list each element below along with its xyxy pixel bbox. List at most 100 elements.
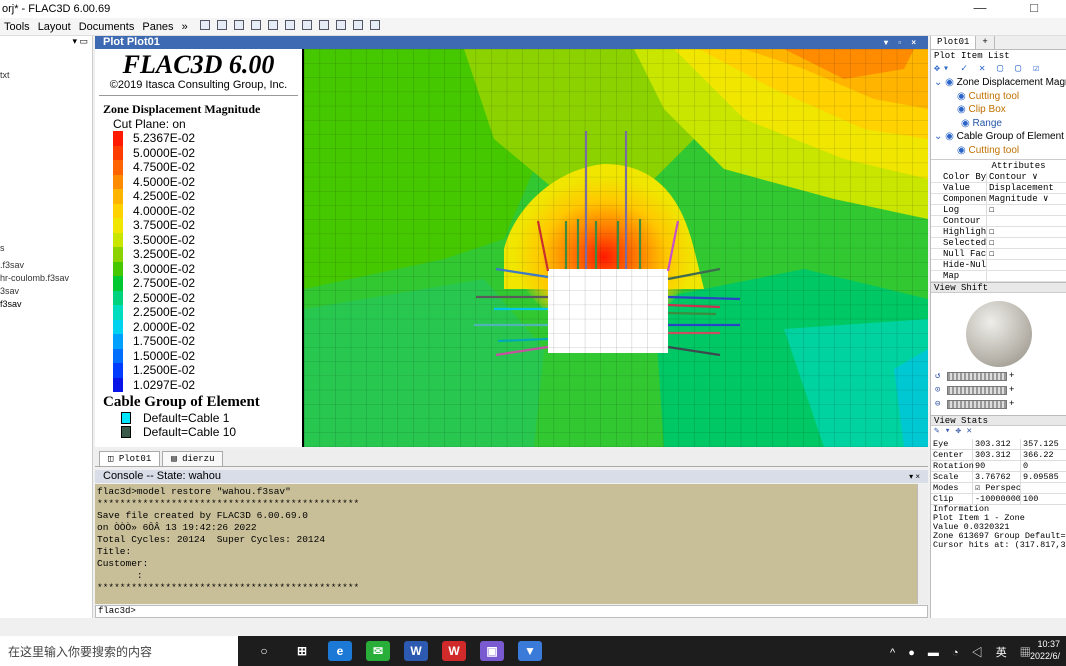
attribute-row[interactable]: Hide-Null	[931, 260, 1066, 271]
menu-layout[interactable]: Layout	[34, 21, 75, 33]
move-icon[interactable]	[353, 20, 364, 30]
console-controls[interactable]: ▾ ×	[909, 470, 920, 483]
wps-icon[interactable]: W	[442, 641, 466, 661]
item-toolbar[interactable]: ✥▾ ✓ ✕ ▢ ▢ ☑	[931, 62, 1066, 76]
tree-item[interactable]: ◉ Range	[931, 117, 1066, 131]
plus-icon[interactable]: +	[1009, 399, 1014, 409]
stat-cell[interactable]: 366.22	[1021, 450, 1066, 460]
stat-cell[interactable]: 303.312	[973, 450, 1021, 460]
attribute-value[interactable]: ☐	[987, 205, 1066, 215]
visibility-icon[interactable]: ◉	[961, 118, 973, 129]
attribute-value[interactable]: ☐	[987, 249, 1066, 259]
visibility-icon[interactable]: ◉	[957, 91, 969, 102]
flac3d-icon[interactable]: ▼	[518, 641, 542, 661]
stat-cell[interactable]: 3.76762	[973, 472, 1021, 482]
visibility-icon[interactable]: ⌄ ◉	[934, 131, 957, 142]
plot-view[interactable]: FLAC3D 6.00 ©2019 Itasca Consulting Grou…	[95, 49, 928, 447]
attribute-row[interactable]: Value Displacement	[931, 183, 1066, 194]
console-input[interactable]: flac3d>	[95, 605, 928, 618]
window-controls[interactable]: — □	[974, 0, 1058, 15]
image-app-icon[interactable]: ▣	[480, 641, 504, 661]
attribute-row[interactable]: Map	[931, 271, 1066, 282]
file-item[interactable]: s	[0, 243, 5, 253]
cortana-icon[interactable]: ○	[252, 641, 276, 661]
file-item[interactable]: 3sav	[0, 286, 19, 296]
stat-cell[interactable]: 9.09585	[1021, 472, 1066, 482]
stat-cell[interactable]	[1021, 483, 1066, 493]
file-item[interactable]: .f3sav	[0, 260, 24, 270]
stat-cell[interactable]: -10000000000.	[973, 494, 1021, 504]
tab-plot01[interactable]: ◫ Plot01	[99, 451, 161, 466]
stat-cell[interactable]: 357.125	[1021, 439, 1066, 449]
attribute-value[interactable]: Magnitude ∨	[987, 194, 1066, 204]
attribute-row[interactable]: Highlight S☐	[931, 227, 1066, 238]
tree-item[interactable]: ⌄ ◉ Zone Displacement Magnitude	[931, 76, 1066, 90]
add-tab-button[interactable]: +	[976, 36, 995, 49]
magnify-slider[interactable]: ⊖ +	[935, 399, 1066, 409]
menu-overflow[interactable]: »	[178, 21, 192, 33]
file-item[interactable]: txt	[0, 70, 10, 80]
zoom-slider[interactable]: ⊙ +	[935, 385, 1066, 395]
view-icon[interactable]	[319, 20, 330, 30]
wechat-icon[interactable]: ✉	[366, 641, 390, 661]
task-view-icon[interactable]: ⊞	[290, 641, 314, 661]
menu-documents[interactable]: Documents	[75, 21, 139, 33]
stat-cell[interactable]: 0	[1021, 461, 1066, 471]
attribute-value[interactable]: Displacement	[987, 183, 1066, 193]
rotation-sphere[interactable]	[965, 301, 1032, 367]
visibility-icon[interactable]: ◉	[957, 104, 969, 115]
taskbar-search[interactable]: 在这里输入你要搜索的内容	[0, 636, 238, 666]
tree-item[interactable]: ◉ Cutting tool	[931, 144, 1066, 158]
panel-controls[interactable]: ▾ ▭	[0, 36, 92, 48]
view-icon[interactable]	[250, 20, 261, 30]
view-icon[interactable]	[267, 20, 278, 30]
tab-dierzu[interactable]: ▤ dierzu	[162, 451, 224, 466]
tree-item[interactable]: ⌄ ◉ Cable Group of Element	[931, 130, 1066, 144]
slider-track[interactable]	[947, 399, 1007, 409]
tab-plot01[interactable]: Plot01	[931, 36, 977, 49]
tree-item[interactable]: ◉ Clip Box	[931, 103, 1066, 117]
slider-track[interactable]	[947, 371, 1007, 381]
word-icon[interactable]: W	[404, 641, 428, 661]
attribute-value[interactable]	[987, 260, 1066, 270]
stat-cell[interactable]: 100	[1021, 494, 1066, 504]
attribute-value[interactable]: ☐	[987, 238, 1066, 248]
slider-track[interactable]	[947, 385, 1007, 395]
file-item[interactable]: hr-coulomb.f3sav	[0, 273, 69, 283]
plus-icon[interactable]: +	[1009, 371, 1014, 381]
stats-toolbar[interactable]: ✎ ▾ ✥ ✕	[931, 426, 1066, 439]
menu-panes[interactable]: Panes	[138, 21, 177, 33]
attribute-row[interactable]: Contour	[931, 216, 1066, 227]
print-icon[interactable]	[199, 20, 210, 30]
view-icon[interactable]	[216, 20, 227, 30]
edge-icon[interactable]: e	[328, 641, 352, 661]
attribute-value[interactable]: Contour ∨	[987, 172, 1066, 182]
file-item[interactable]: f3sav	[0, 299, 22, 309]
plot-controls[interactable]: ▾ ▫ ×	[884, 36, 920, 49]
stat-cell[interactable]: 303.312	[973, 439, 1021, 449]
attribute-row[interactable]: Log ☐	[931, 205, 1066, 216]
view-icon[interactable]	[302, 20, 313, 30]
view-icon[interactable]	[285, 20, 295, 30]
input-language[interactable]: 英	[996, 647, 1012, 659]
attribute-row[interactable]: Selected or☐	[931, 238, 1066, 249]
select-icon[interactable]	[336, 20, 347, 30]
console-scrollbar[interactable]	[917, 484, 928, 604]
view-icon[interactable]	[233, 20, 244, 30]
attribute-value[interactable]	[987, 271, 1066, 281]
attribute-value[interactable]: ☐	[987, 227, 1066, 237]
attribute-row[interactable]: Component Magnitude ∨	[931, 194, 1066, 205]
attribute-value[interactable]	[987, 216, 1066, 226]
system-tray-icons[interactable]: ^ ● ▬ ◔ ◁ 英 ▦	[890, 644, 1036, 660]
visibility-icon[interactable]: ⌄ ◉	[934, 77, 957, 88]
roll-slider[interactable]: ↺ +	[935, 371, 1066, 381]
attribute-row[interactable]: Color By Contour ∨	[931, 172, 1066, 183]
visibility-icon[interactable]: ◉	[957, 145, 969, 156]
stat-cell[interactable]: ☑ Perspective	[973, 483, 1021, 493]
plus-icon[interactable]: +	[1009, 385, 1014, 395]
ruler-icon[interactable]	[370, 20, 381, 30]
stat-cell[interactable]: 90	[973, 461, 1021, 471]
tree-item[interactable]: ◉ Cutting tool	[931, 90, 1066, 104]
menu-tools[interactable]: Tools	[0, 21, 34, 33]
attribute-row[interactable]: Null Faces☐	[931, 249, 1066, 260]
